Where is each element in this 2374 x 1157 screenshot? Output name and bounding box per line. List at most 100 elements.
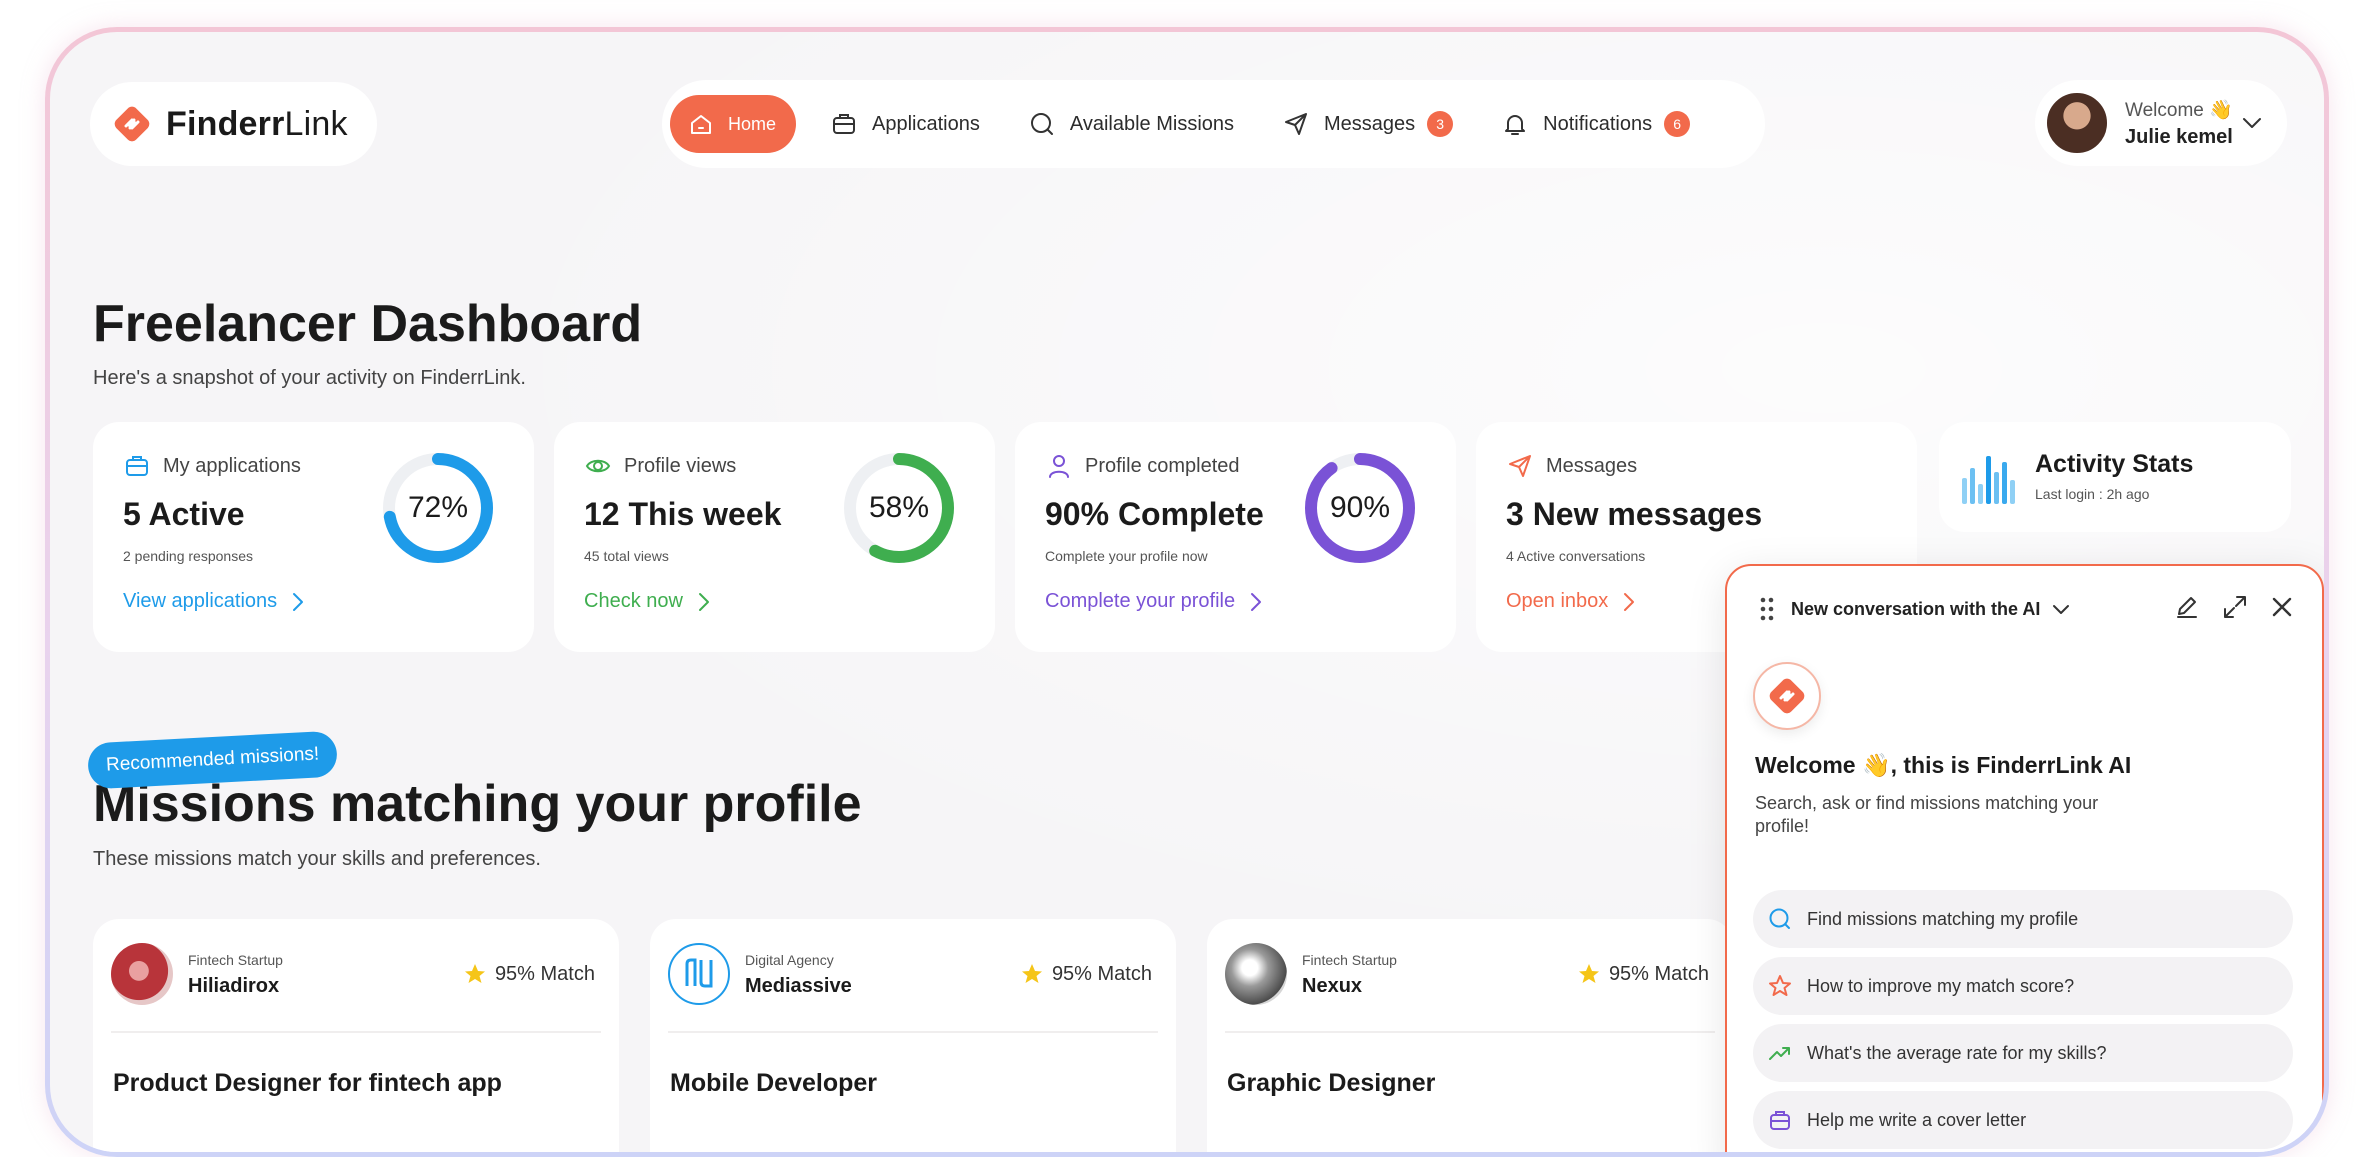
nav-home-label: Home [728,113,777,134]
match-label: 95% Match [494,962,595,985]
suggestion-text: How to improve my match score? [1807,975,2075,996]
close-button[interactable] [2270,595,2294,619]
company-logo-icon [111,943,173,1005]
main-nav: Home Applications Available Missions Mes… [662,80,1765,168]
check-now-link[interactable]: Check now [584,590,711,613]
welcome-text: Welcome 👋 [2125,99,2233,121]
send-icon [1509,455,1531,477]
ai-conversation-selector[interactable]: New conversation with the AI [1759,596,2072,622]
company-category: Digital Agency [745,952,834,968]
suggestion-text: Find missions matching my profile [1807,908,2079,929]
company-name: Nexux [1302,975,1363,997]
stat-card-header: Profile completed [1045,452,1240,480]
mission-title: Mobile Developer [670,1069,877,1097]
match-score: 95% Match [1020,962,1152,986]
stat-card-header: Messages [1506,452,1637,480]
link-label: View applications [123,590,278,612]
mission-card[interactable]: Fintech Startup Nexux 95% Match Graphic … [1207,919,1733,1152]
briefcase-icon [833,114,856,134]
stat-label: Profile views [624,454,737,477]
company-name: Hiliadirox [188,975,280,997]
link-label: Check now [584,590,683,612]
last-login: Last login : 2h ago [2035,486,2150,502]
page-title: Freelancer Dashboard [93,295,643,353]
company-category: Fintech Startup [188,952,283,968]
nav-notifications[interactable]: Notifications 6 [1501,95,1691,153]
stat-detail: 45 total views [584,548,669,564]
mission-title: Graphic Designer [1227,1069,1436,1097]
stat-label: My applications [163,454,301,477]
avatar [2045,91,2109,155]
nav-applications-label: Applications [872,112,980,135]
open-inbox-link[interactable]: Open inbox [1506,590,1636,613]
drag-handle-icon[interactable] [1759,596,1775,622]
send-icon [1285,113,1308,135]
brand-logo[interactable]: FinderrLink [90,82,377,166]
nav-home[interactable]: Home [670,95,797,153]
company-name: Mediassive [745,975,852,997]
search-icon [1769,908,1790,929]
edit-button[interactable] [2174,594,2200,620]
app-frame: FinderrLink Home Applications Available … [45,27,2329,1157]
stat-card-header: Profile views [584,452,736,480]
divider [111,1031,601,1033]
expand-button[interactable] [2222,594,2248,620]
eye-icon [585,459,611,473]
progress-ring: 90% [1302,450,1418,566]
activity-stats-card[interactable]: Activity Stats Last login : 2h ago [1939,422,2291,532]
view-applications-link[interactable]: View applications [123,590,305,613]
ai-suggestion[interactable]: How to improve my match score? [1753,957,2293,1015]
stat-label: Messages [1546,454,1638,477]
company-category: Fintech Startup [1302,952,1397,968]
nav-notifications-label: Notifications [1543,112,1653,135]
brand-name: FinderrLink [166,104,348,143]
chevron-right-icon [1624,592,1635,611]
ai-suggestion[interactable]: What's the average rate for my skills? [1753,1024,2293,1082]
match-score: 95% Match [463,962,595,986]
nav-available-missions[interactable]: Available Missions [1028,95,1234,153]
mission-card[interactable]: Digital Agency Mediassive 95% Match Mobi… [650,919,1176,1152]
nav-messages[interactable]: Messages 3 [1282,95,1454,153]
notifications-count-badge: 6 [1664,111,1691,137]
close-icon [2272,597,2292,617]
ai-conversation-title: New conversation with the AI [1791,598,2041,619]
stat-card-applications: My applications 5 Active 2 pending respo… [93,422,534,652]
stat-label: Profile completed [1085,454,1240,477]
ai-suggestion[interactable]: Find missions matching my profile [1753,890,2293,948]
user-menu[interactable]: Welcome 👋 Julie kemel [2035,80,2287,166]
chevron-right-icon [1251,592,1262,611]
progress-value: 90% [1329,491,1391,524]
mission-title: Product Designer for fintech app [113,1069,502,1097]
briefcase-icon [1770,1111,1790,1130]
star-icon [1769,975,1791,996]
complete-profile-link[interactable]: Complete your profile [1045,590,1263,613]
bell-icon [1505,115,1526,135]
ai-welcome-title: Welcome 👋, this is FinderrLink AI [1755,752,2132,778]
ai-suggestion[interactable]: Help me write a cover letter [1753,1091,2293,1149]
stat-detail: 4 Active conversations [1506,548,1646,564]
missions-subtitle: These missions match your skills and pre… [93,848,541,870]
suggestion-text: Help me write a cover letter [1807,1109,2027,1130]
chevron-down-icon[interactable] [2239,110,2265,136]
edit-icon [2177,597,2197,618]
mission-card[interactable]: Fintech Startup Hiliadirox 95% Match Pro… [93,919,619,1152]
star-icon [1021,964,1042,983]
home-icon [691,115,711,134]
suggestion-text: What's the average rate for my skills? [1807,1042,2107,1063]
progress-ring: 58% [841,450,957,566]
nav-messages-label: Messages [1324,112,1416,135]
messages-count-badge: 3 [1427,111,1454,137]
nav-missions-label: Available Missions [1069,112,1235,135]
briefcase-icon [126,456,148,476]
divider [668,1031,1158,1033]
user-greeting: Welcome 👋 Julie kemel [2125,98,2233,149]
chevron-right-icon [293,592,304,611]
chevron-right-icon [698,592,709,611]
expand-icon [2224,596,2246,618]
star-icon [1578,964,1599,983]
user-icon [1049,455,1069,478]
progress-value: 72% [407,491,469,524]
nav-applications[interactable]: Applications [830,95,980,153]
link-label: Open inbox [1506,590,1609,612]
ai-welcome-description: Search, ask or find missions matching yo… [1755,793,2099,836]
